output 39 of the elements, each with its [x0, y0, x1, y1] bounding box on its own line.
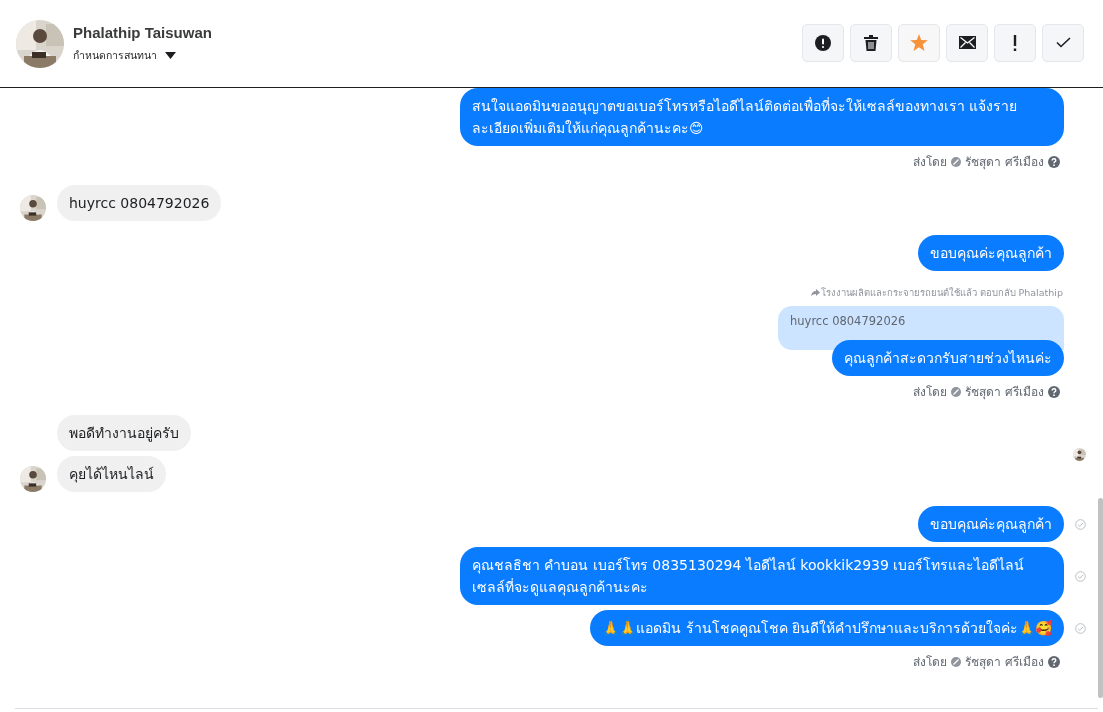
agent-icon: [951, 386, 962, 397]
checkmark-icon: [1055, 37, 1071, 48]
sent-by-label: ส่งโดย: [913, 384, 948, 401]
sent-by-label: ส่งโดย: [913, 654, 948, 671]
agent-name: รัชสุดา ศรีเมือง: [965, 154, 1044, 171]
message-bubble: พอดีทำงานอยู่ครับ: [57, 415, 191, 451]
scrollbar[interactable]: [1098, 498, 1103, 698]
star-button[interactable]: [898, 23, 940, 62]
sent-check-icon: [1075, 570, 1086, 582]
reply-arrow-icon: [810, 289, 820, 296]
sent-by-label: ส่งโดย: [913, 154, 948, 171]
conversation-menu[interactable]: กำหนดการสนทนา: [73, 46, 212, 64]
message-bubble: คุณชลธิชา คำบอน เบอร์โทร 0835130294 ไอดีไลน์ kookkik2939 เบอร์โทรและไอดีไลน์เซลล์ที่จะดูแลคุณลูกค้านะคะ: [460, 547, 1064, 605]
message-bubble: คุยได้ไหนไลน์: [57, 456, 166, 492]
message-bubble: ขอบคุณค่ะคุณลูกค้า: [918, 506, 1064, 542]
sent-check-icon: [1075, 622, 1086, 634]
caret-icon: [165, 51, 176, 59]
sent-check-icon: [1075, 518, 1086, 530]
help-icon[interactable]: [1048, 655, 1060, 668]
agent-name: รัชสุดา ศรีเมือง: [965, 384, 1044, 401]
alert-icon: [815, 34, 831, 51]
message-bubble: คุณลูกค้าสะดวกรับสายช่วงไหนค่ะ: [832, 340, 1064, 376]
exclamation-icon: [1013, 34, 1017, 51]
alert-button[interactable]: [802, 23, 844, 62]
delete-button[interactable]: [850, 23, 892, 62]
message-bubble: ขอบคุณค่ะคุณลูกค้า: [918, 235, 1064, 271]
message-bubble: huyrcc 0804792026: [57, 185, 222, 221]
reply-note: โรงงานผลิตและกระจายรถยนต์ใช้แล้ว ตอบกลับ Phalathip: [820, 286, 1063, 300]
message-bubble: 🙏🙏แอดมิน ร้านโชคคูณโชค ยินดีให้คำปรึกษาและบริการด้วยใจค่ะ🙏🥰: [590, 610, 1064, 646]
agent-name: รัชสุดา ศรีเมือง: [965, 654, 1044, 671]
envelope-icon: [958, 36, 976, 49]
agent-icon: [951, 156, 962, 167]
help-icon[interactable]: [1048, 155, 1060, 168]
contact-name: Phalathip Taisuwan: [73, 23, 212, 41]
agent-icon: [951, 656, 962, 667]
help-icon[interactable]: [1048, 385, 1060, 398]
message-bubble: สนใจแอดมินขออนุญาตขอเบอร์โทรหรือไอดีไลน์ติดต่อเพื่อที่จะให้เซลล์ของทางเรา แจ้งรายละเอียดเพิ่มเติมให้แก่คุณลูกค้านะคะ😊: [460, 88, 1064, 146]
trash-icon: [864, 34, 878, 51]
mail-button[interactable]: [946, 23, 988, 62]
